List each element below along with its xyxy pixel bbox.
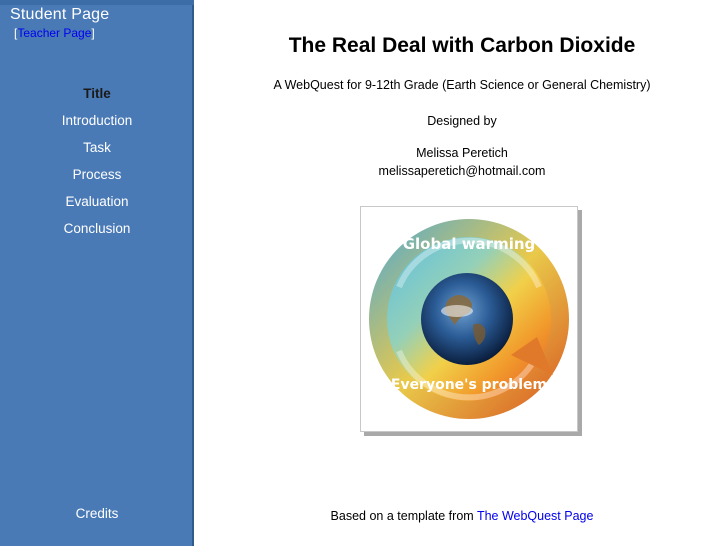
sidebar-nav: Title Introduction Task Process Evaluati… [0, 80, 194, 242]
earth-clouds [441, 305, 473, 317]
nav-link-conclusion[interactable]: Conclusion [64, 221, 131, 236]
page-title: The Real Deal with Carbon Dioxide [288, 34, 636, 57]
nav-item-introduction: Introduction [0, 107, 194, 134]
page-subtitle: A WebQuest for 9-12th Grade (Earth Scien… [273, 78, 651, 92]
author-email: melissaperetich@hotmail.com [378, 164, 546, 178]
nav-link-process[interactable]: Process [73, 167, 122, 182]
nav-item-conclusion: Conclusion [0, 215, 194, 242]
student-page-label: Student Page [10, 6, 110, 23]
global-warming-graphic: Global warming Everyone's problem [369, 219, 569, 419]
nav-item-task: Task [0, 134, 194, 161]
footer-prefix: Based on a template from [330, 509, 477, 523]
teacher-page-link-wrapper: [Teacher Page] [14, 26, 95, 40]
nav-item-evaluation: Evaluation [0, 188, 194, 215]
nav-link-credits[interactable]: Credits [76, 506, 119, 521]
global-warming-image: Global warming Everyone's problem [360, 206, 578, 432]
nav-item-process: Process [0, 161, 194, 188]
footer: Based on a template from The WebQuest Pa… [196, 509, 728, 523]
nav-link-introduction[interactable]: Introduction [62, 113, 133, 128]
webquest-page-link[interactable]: The WebQuest Page [477, 509, 594, 523]
bracket-close: ] [91, 26, 95, 40]
nav-item-title: Title [83, 86, 111, 101]
teacher-page-link[interactable]: Teacher Page [17, 26, 91, 40]
author-name: Melissa Peretich [416, 146, 508, 160]
credits-wrapper: Credits [0, 506, 194, 521]
sidebar: Student Page [Teacher Page] Title Introd… [0, 0, 194, 546]
nav-link-task[interactable]: Task [83, 140, 111, 155]
figure-top-text: Global warming [403, 235, 536, 253]
designed-by-label: Designed by [427, 114, 497, 128]
figure-bottom-text: Everyone's problem [391, 377, 547, 393]
earth-icon [421, 273, 513, 365]
main-content: The Real Deal with Carbon Dioxide A WebQ… [196, 0, 728, 546]
nav-link-evaluation[interactable]: Evaluation [65, 194, 128, 209]
author-block: Melissa Peretich melissaperetich@hotmail… [196, 144, 728, 180]
sidebar-top-strip [0, 0, 194, 5]
